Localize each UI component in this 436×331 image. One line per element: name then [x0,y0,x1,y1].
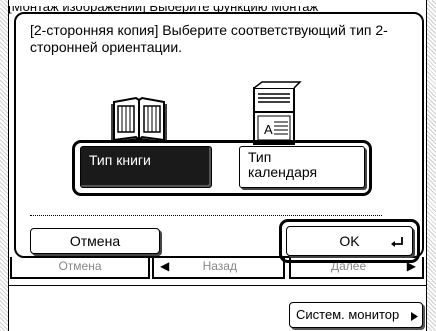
book-type-button[interactable]: Тип книги [80,146,212,188]
enter-icon [391,237,403,247]
svg-text:A: A [264,122,273,137]
cancel-button[interactable]: Отмена [30,228,160,254]
background-back-button: ◀ Назад [152,257,285,279]
ok-button[interactable]: OK [286,226,413,256]
chevron-right-icon [411,312,418,321]
dialog-message: [2-сторонняя копия] Выберите соответству… [30,22,388,55]
divider [30,215,382,216]
calendar-type-button[interactable]: Тип календаря [239,146,365,188]
system-monitor-button[interactable]: Систем. монитор [289,302,423,328]
back-arrow-icon: ◀ [160,259,170,273]
screen-frame-left [0,0,9,331]
background-cancel-button: Отмена [10,257,150,279]
screen-frame-right [426,0,436,331]
